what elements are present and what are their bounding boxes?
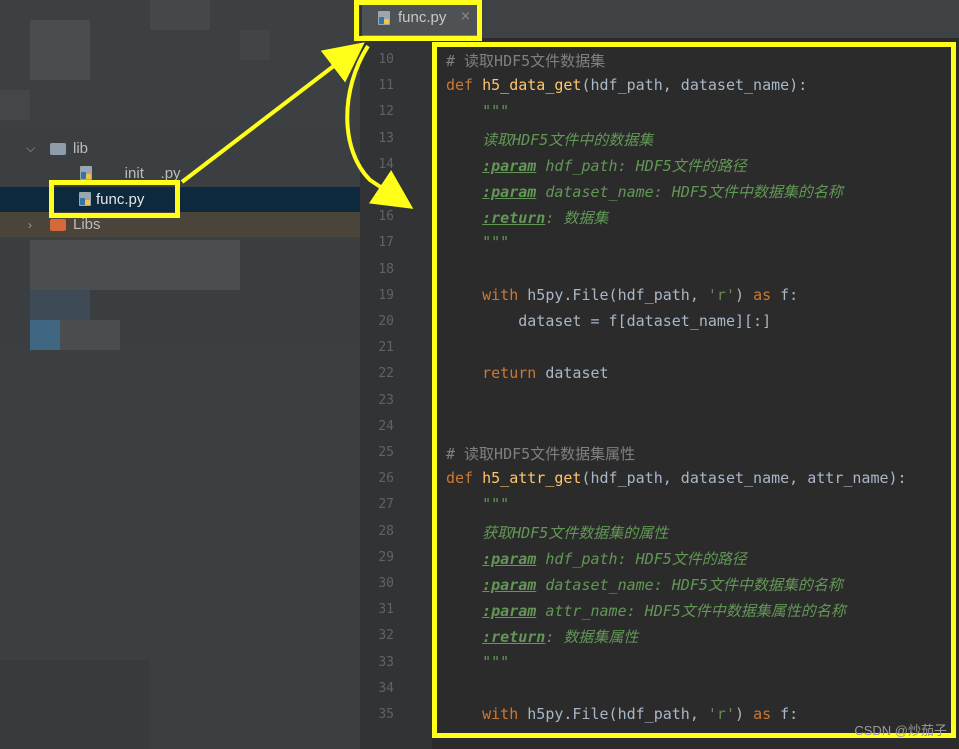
arrow-to-code (345, 44, 414, 209)
arrow-to-tab (180, 42, 365, 184)
watermark: CSDN @炒茄子 (854, 723, 947, 738)
annotation-arrows (180, 42, 414, 209)
